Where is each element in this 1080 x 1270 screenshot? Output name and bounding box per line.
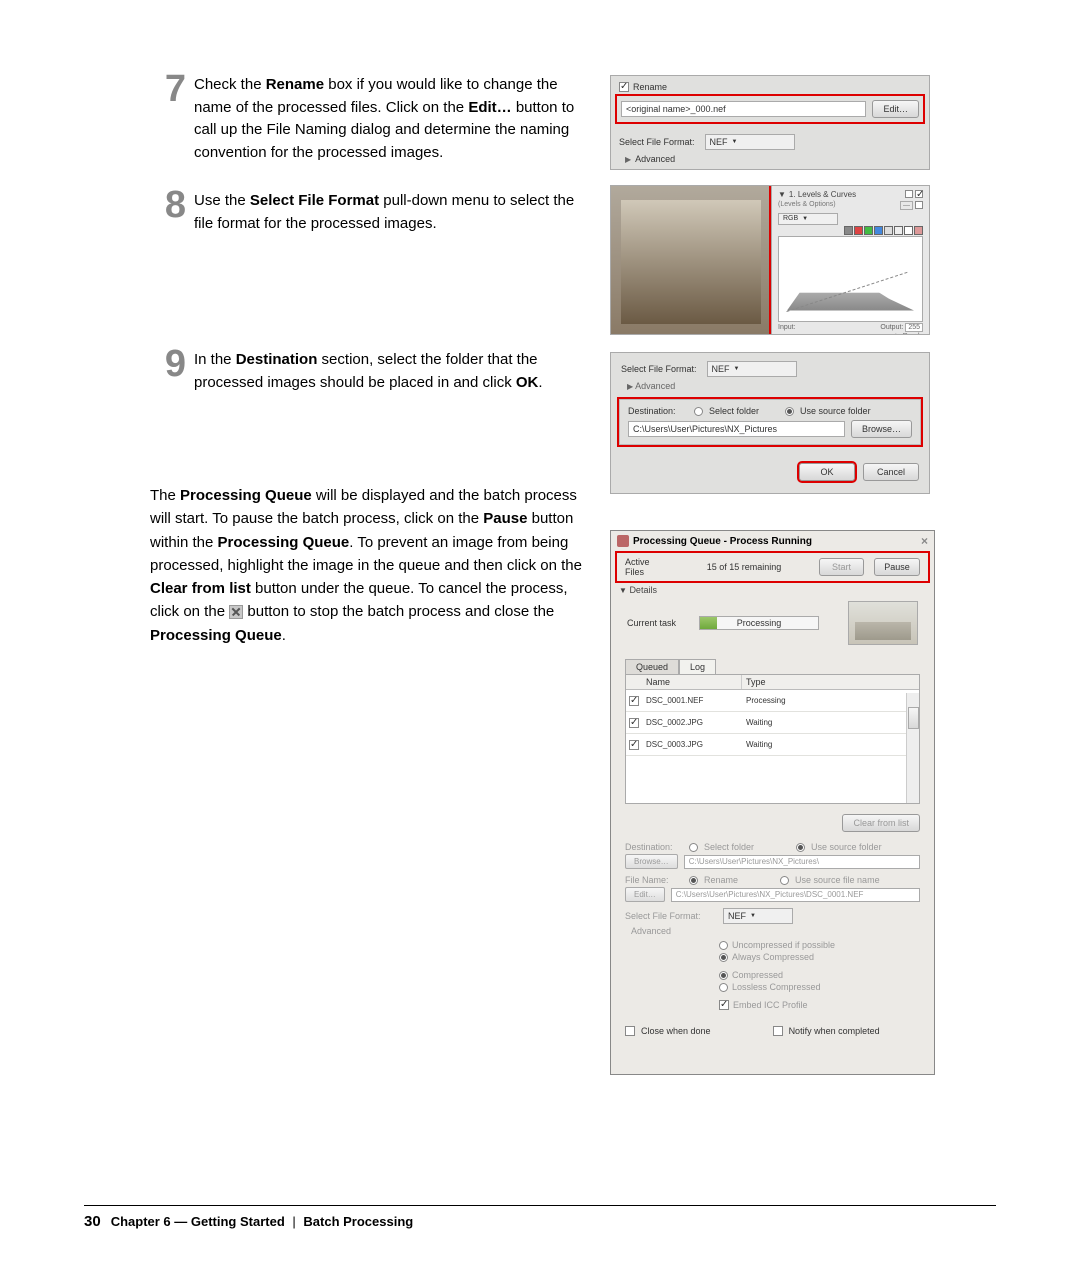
footer-rule	[84, 1205, 996, 1206]
row-check[interactable]	[629, 696, 639, 706]
embed-icc-checkbox[interactable]	[719, 1000, 729, 1010]
uncompressed-radio[interactable]	[719, 941, 728, 950]
destination-panel: Select File Format: NEF ▶ Advanced Desti…	[610, 352, 930, 494]
close-icon[interactable]: ×	[921, 534, 928, 548]
select-folder-radio[interactable]	[689, 843, 698, 852]
lossless-radio[interactable]	[719, 983, 728, 992]
format-label: Select File Format:	[621, 364, 697, 374]
step-8: 8 Use the Select File Format pull-down m…	[150, 186, 580, 235]
curves-editor: ▼1. Levels & Curves (Levels & Options) —…	[771, 186, 929, 334]
filename-path-input[interactable]: C:\Users\User\Pictures\NX_Pictures\DSC_0…	[671, 888, 920, 902]
levels-curves-panel: ▼1. Levels & Curves (Levels & Options) —…	[610, 185, 930, 335]
rename-radio[interactable]	[689, 876, 698, 885]
filename-section: File Name: Rename Use source file name E…	[625, 875, 920, 902]
file-format-dropdown[interactable]: NEF	[705, 134, 795, 150]
edit-button[interactable]: Edit…	[872, 100, 919, 118]
tab-log[interactable]: Log	[679, 659, 716, 674]
scrollbar[interactable]	[906, 693, 919, 803]
browse-button[interactable]: Browse…	[625, 854, 678, 869]
col-type: Type	[742, 675, 919, 689]
destination-section: Destination: Select folder Use source fo…	[625, 842, 920, 869]
dialog-title: Processing Queue - Process Running	[633, 536, 812, 547]
histogram[interactable]	[778, 236, 923, 322]
browse-button[interactable]: Browse…	[851, 420, 912, 438]
step-num: 9	[150, 345, 194, 383]
advanced-label: Advanced	[631, 926, 671, 936]
processing-queue-paragraph: The Processing Queue will be displayed a…	[150, 484, 585, 647]
use-source-radio[interactable]	[785, 407, 794, 416]
progress-bar: Processing	[699, 616, 819, 630]
table-row[interactable]: DSC_0002.JPG Waiting	[626, 712, 919, 734]
cancel-button[interactable]: Cancel	[863, 463, 919, 481]
channel-dropdown[interactable]: RGB	[778, 213, 838, 225]
remaining-label: 15 of 15 remaining	[679, 562, 809, 572]
use-source-radio[interactable]	[796, 843, 805, 852]
edit-button[interactable]: Edit…	[625, 887, 665, 902]
row-check[interactable]	[629, 718, 639, 728]
close-icon	[229, 605, 243, 619]
select-folder-radio[interactable]	[694, 407, 703, 416]
row-check[interactable]	[629, 740, 639, 750]
rename-checkbox[interactable]	[619, 82, 629, 92]
notify-checkbox[interactable]	[773, 1026, 783, 1036]
active-files-label: Active Files	[625, 557, 669, 577]
app-icon	[617, 535, 629, 547]
processing-queue-dialog: Processing Queue - Process Running × Act…	[610, 530, 935, 1075]
rename-panel: Rename <original name>_000.nef Edit… Sel…	[610, 75, 930, 170]
step-num: 7	[150, 70, 194, 108]
collapse-icon[interactable]: ▼	[619, 586, 627, 595]
use-source-name-radio[interactable]	[780, 876, 789, 885]
step-text: Check the Rename box if you would like t…	[194, 70, 580, 164]
destination-path-input[interactable]: C:\Users\User\Pictures\NX_Pictures\	[684, 855, 920, 869]
always-compressed-radio[interactable]	[719, 953, 728, 962]
rename-label: Rename	[633, 82, 667, 92]
format-section: Select File Format: NEF Advanced Uncompr…	[625, 908, 920, 1014]
compressed-radio[interactable]	[719, 971, 728, 980]
step-7: 7 Check the Rename box if you would like…	[150, 70, 580, 164]
clear-from-list-button[interactable]: Clear from list	[842, 814, 920, 832]
table-row[interactable]: DSC_0001.NEF Processing	[626, 690, 919, 712]
table-row[interactable]: DSC_0003.JPG Waiting	[626, 734, 919, 756]
format-label: Select File Format:	[619, 137, 695, 147]
image-thumbnail	[611, 186, 771, 334]
tab-queued[interactable]: Queued	[625, 659, 679, 674]
file-format-dropdown[interactable]: NEF	[723, 908, 793, 924]
close-when-done-checkbox[interactable]	[625, 1026, 635, 1036]
col-name: Name	[642, 675, 742, 689]
page-number: 30	[84, 1213, 101, 1230]
step-num: 8	[150, 186, 194, 224]
rename-pattern-input[interactable]: <original name>_000.nef	[621, 101, 866, 117]
file-format-dropdown[interactable]: NEF	[707, 361, 797, 377]
step-9: 9 In the Destination section, select the…	[150, 345, 580, 394]
expand-icon[interactable]: ▶	[625, 155, 631, 164]
preview-thumbnail	[848, 601, 918, 645]
current-task-label: Current task	[627, 618, 685, 628]
step-text: Use the Select File Format pull-down men…	[194, 186, 580, 235]
pause-button[interactable]: Pause	[874, 558, 920, 576]
start-button[interactable]: Start	[819, 558, 864, 576]
step-text: In the Destination section, select the f…	[194, 345, 580, 394]
advanced-label: Advanced	[635, 154, 675, 164]
ok-button[interactable]: OK	[799, 463, 855, 481]
destination-box: Destination: Select folder Use source fo…	[619, 399, 921, 445]
destination-path-input[interactable]: C:\Users\User\Pictures\NX_Pictures	[628, 421, 845, 437]
expand-icon[interactable]: ▶	[627, 382, 633, 391]
page-footer: 30 Chapter 6 — Getting Started | Batch P…	[84, 1213, 413, 1230]
queue-table: Name Type DSC_0001.NEF Processing DSC_00…	[625, 674, 920, 804]
